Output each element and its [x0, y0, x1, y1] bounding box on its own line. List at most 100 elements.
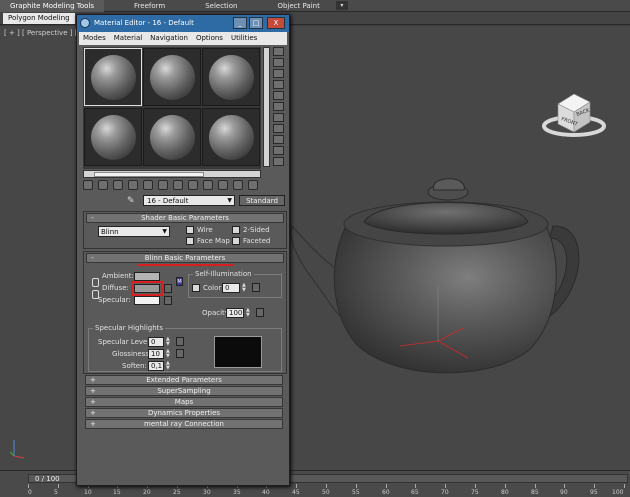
- ruler-tick: [326, 484, 327, 488]
- blinn-basic-header[interactable]: - Blinn Basic Parameters: [86, 253, 284, 263]
- chevron-down-icon[interactable]: ▼: [162, 227, 167, 237]
- ribbon-subtab-polygon-modeling[interactable]: Polygon Modeling: [3, 13, 75, 24]
- select-by-material-icon[interactable]: [273, 124, 284, 133]
- shader-basic-panel: - Shader Basic Parameters Blinn ▼ Wire 2-S…: [83, 211, 287, 249]
- face-map-checkbox[interactable]: [186, 237, 194, 245]
- video-check-icon[interactable]: [273, 91, 284, 100]
- sample-slot[interactable]: [202, 48, 260, 106]
- self-illum-map-button[interactable]: [252, 283, 260, 292]
- rollout-supersampling[interactable]: + SuperSampling: [85, 386, 283, 396]
- lock-icon[interactable]: [92, 278, 99, 287]
- maximize-button[interactable]: □: [249, 17, 263, 29]
- spinner-arrows-icon[interactable]: ▲ ▼: [166, 361, 172, 371]
- soften-input[interactable]: 0,1: [148, 361, 164, 371]
- ambient-color-swatch[interactable]: [134, 272, 160, 281]
- diffuse-map-button[interactable]: [164, 284, 172, 293]
- go-to-parent-icon[interactable]: [218, 180, 228, 190]
- scrollbar-thumb[interactable]: [94, 172, 204, 177]
- two-sided-checkbox[interactable]: [232, 226, 240, 234]
- ruler-tick: [445, 484, 446, 488]
- sample-slot[interactable]: [84, 48, 142, 106]
- wire-checkbox[interactable]: [186, 226, 194, 234]
- reset-map-icon[interactable]: [128, 180, 138, 190]
- map-link-icon[interactable]: M: [176, 277, 183, 286]
- rollout-dynamics-properties[interactable]: + Dynamics Properties: [85, 408, 283, 418]
- put-to-library-icon[interactable]: [158, 180, 168, 190]
- teapot-object[interactable]: [288, 166, 588, 396]
- ribbon-tab-graphite[interactable]: Graphite Modeling Tools: [0, 0, 105, 12]
- sample-sphere: [209, 55, 254, 100]
- viewcube-icon[interactable]: FRONT BACK: [540, 86, 610, 146]
- slots-horizontal-scrollbar[interactable]: [83, 170, 261, 178]
- backlight-icon[interactable]: [273, 58, 284, 67]
- sample-slot[interactable]: [143, 108, 201, 166]
- sample-sphere: [91, 115, 136, 160]
- material-navigator-icon[interactable]: [273, 135, 284, 144]
- slots-vertical-scrollbar[interactable]: [263, 47, 270, 167]
- shader-basic-header[interactable]: - Shader Basic Parameters: [86, 213, 284, 223]
- assign-to-selection-icon[interactable]: [113, 180, 123, 190]
- material-editor-app-icon: [80, 18, 90, 28]
- ruler-tick: [624, 484, 625, 488]
- ribbon-tab-object-paint[interactable]: Object Paint: [267, 0, 329, 12]
- expand-icon: +: [90, 409, 96, 417]
- options-icon[interactable]: [273, 113, 284, 122]
- glossiness-map-button[interactable]: [176, 349, 184, 358]
- close-button[interactable]: X: [267, 17, 285, 29]
- material-editor-titlebar[interactable]: Material Editor - 16 - Default _ □ X: [77, 15, 289, 32]
- ribbon-tab-selection[interactable]: Selection: [195, 0, 247, 12]
- pick-from-object-icon[interactable]: [248, 180, 258, 190]
- opacity-input[interactable]: 100: [226, 308, 244, 318]
- sample-slot[interactable]: [84, 108, 142, 166]
- uv-tiling-icon[interactable]: [273, 80, 284, 89]
- material-name-field[interactable]: 16 - Default ▼: [143, 195, 235, 206]
- spinner-arrows-icon[interactable]: ▲ ▼: [242, 283, 248, 293]
- specular-color-swatch[interactable]: [134, 296, 160, 305]
- glossiness-input[interactable]: 10: [148, 349, 164, 359]
- menu-navigation[interactable]: Navigation: [146, 32, 192, 45]
- ruler-tick-label: 55: [352, 489, 360, 496]
- menu-utilities[interactable]: Utilities: [227, 32, 261, 45]
- rollout-mental-ray-connection[interactable]: + mental ray Connection: [85, 419, 283, 429]
- material-id-icon[interactable]: [173, 180, 183, 190]
- self-illum-color-checkbox[interactable]: [192, 284, 200, 292]
- menu-options[interactable]: Options: [192, 32, 227, 45]
- sample-slot[interactable]: [143, 48, 201, 106]
- rollout-extended-parameters[interactable]: + Extended Parameters: [85, 375, 283, 385]
- rollout-label: Dynamics Properties: [147, 409, 221, 417]
- spinner-arrows-icon[interactable]: ▲ ▼: [166, 349, 172, 359]
- ribbon-options-icon[interactable]: ▾: [335, 1, 348, 10]
- menu-material[interactable]: Material: [110, 32, 146, 45]
- background-icon[interactable]: [273, 69, 284, 78]
- ruler-tick: [386, 484, 387, 488]
- chevron-down-icon[interactable]: ▼: [227, 196, 232, 206]
- extra-tool-icon[interactable]: [273, 146, 284, 155]
- make-preview-icon[interactable]: [273, 102, 284, 111]
- faceted-checkbox[interactable]: [232, 237, 240, 245]
- opacity-map-button[interactable]: [256, 308, 264, 317]
- spinner-arrows-icon[interactable]: ▲ ▼: [246, 308, 252, 318]
- specular-level-input[interactable]: 0: [148, 337, 164, 347]
- spinner-arrows-icon[interactable]: ▲ ▼: [166, 337, 172, 347]
- extra-tool-icon[interactable]: [273, 157, 284, 166]
- self-illum-input[interactable]: 0: [222, 283, 240, 293]
- sample-slot[interactable]: [202, 108, 260, 166]
- ribbon-tab-freeform[interactable]: Freeform: [124, 0, 175, 12]
- eyedropper-icon[interactable]: ✎: [127, 196, 137, 206]
- put-to-scene-icon[interactable]: [98, 180, 108, 190]
- specular-map-button[interactable]: [164, 296, 172, 305]
- go-forward-sibling-icon[interactable]: [233, 180, 243, 190]
- sample-type-icon[interactable]: [273, 47, 284, 56]
- collapsed-rollouts: + Extended Parameters + SuperSampling + Map…: [83, 375, 287, 431]
- rollout-maps[interactable]: + Maps: [85, 397, 283, 407]
- show-end-result-icon[interactable]: [203, 180, 213, 190]
- get-material-icon[interactable]: [83, 180, 93, 190]
- specular-level-map-button[interactable]: [176, 337, 184, 346]
- world-axis-icon: [9, 440, 25, 459]
- make-unique-icon[interactable]: [143, 180, 153, 190]
- material-type-button[interactable]: Standard: [239, 195, 285, 206]
- show-map-icon[interactable]: [188, 180, 198, 190]
- menu-modes[interactable]: Modes: [79, 32, 110, 45]
- shader-type-dropdown[interactable]: Blinn ▼: [98, 226, 170, 237]
- minimize-button[interactable]: _: [233, 17, 247, 29]
